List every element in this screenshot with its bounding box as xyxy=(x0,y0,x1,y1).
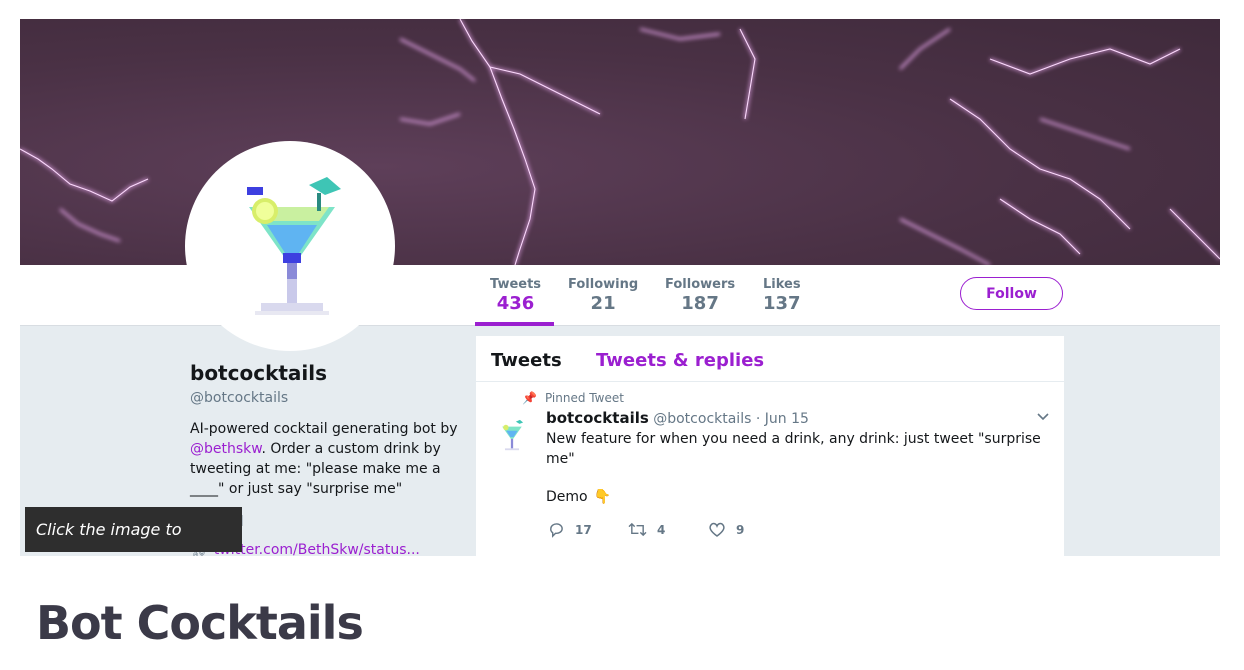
like-button[interactable]: 9 xyxy=(708,521,744,542)
tweet-avatar-cocktail-icon[interactable] xyxy=(498,418,526,452)
follow-button[interactable]: Follow xyxy=(960,277,1063,310)
website-link[interactable]: twitter.com/BethSkw/status... xyxy=(214,542,420,556)
pinned-indicator: 📌 Pinned Tweet xyxy=(522,391,624,405)
retweet-icon xyxy=(628,522,647,537)
tweet-text: New feature for when you need a drink, a… xyxy=(546,431,1041,467)
stat-label: Tweets xyxy=(490,277,542,292)
stat-followers[interactable]: Followers 187 xyxy=(665,277,735,314)
tweet-demo-line: Demo 👇 xyxy=(546,489,611,505)
stat-label: Following xyxy=(568,277,639,292)
tab-tweets[interactable]: Tweets xyxy=(491,350,562,371)
avatar[interactable] xyxy=(185,141,395,351)
tweet-header: botcocktails @botcocktails · Jun 15 xyxy=(546,409,809,427)
reply-count: 17 xyxy=(575,523,592,537)
chevron-down-icon[interactable] xyxy=(1036,412,1050,422)
like-count: 9 xyxy=(736,523,745,537)
timeline-tabs: Tweets Tweets & replies xyxy=(476,336,1064,382)
page-title: Bot Cocktails xyxy=(36,596,364,650)
stat-following[interactable]: Following 21 xyxy=(568,277,638,314)
profile-bio: AI-powered cocktail generating bot by @b… xyxy=(190,419,460,499)
retweet-button[interactable]: 4 xyxy=(628,521,665,542)
pinned-label: Pinned Tweet xyxy=(544,391,624,405)
tweet-timeline: Tweets Tweets & replies 📌 Pinned Tweet bo… xyxy=(476,336,1064,556)
tweet-author-handle[interactable]: @botcocktails xyxy=(653,411,751,427)
stat-label: Followers xyxy=(665,277,736,292)
tweet-date[interactable]: Jun 15 xyxy=(765,411,809,427)
stat-value: 187 xyxy=(681,293,719,314)
stat-label: Likes xyxy=(763,277,801,292)
bio-text: AI-powered cocktail generating bot by xyxy=(190,421,458,437)
profile-screenshot[interactable]: Tweets 436 Following 21 Followers 187 Li… xyxy=(20,19,1220,556)
reply-icon xyxy=(550,523,563,538)
stat-tweets[interactable]: Tweets 436 xyxy=(490,277,541,314)
reply-button[interactable]: 17 xyxy=(548,521,592,542)
pointing-hand-emoji: 👇 xyxy=(593,489,612,505)
tweet-separator: · xyxy=(755,411,761,427)
stat-value: 21 xyxy=(590,293,616,314)
pin-icon: 📌 xyxy=(522,391,537,405)
stat-value: 436 xyxy=(496,293,535,314)
tweet-author-name[interactable]: botcocktails xyxy=(546,409,649,427)
stat-likes[interactable]: Likes 137 xyxy=(763,277,801,314)
stat-value: 137 xyxy=(763,293,801,314)
expand-tooltip: Click the image to expand xyxy=(25,507,242,552)
heart-icon xyxy=(709,522,725,537)
retweet-count: 4 xyxy=(657,523,666,537)
active-stat-underline xyxy=(475,322,554,326)
tab-tweets-replies[interactable]: Tweets & replies xyxy=(596,350,764,371)
demo-text: Demo xyxy=(546,489,588,505)
profile-display-name[interactable]: botcocktails xyxy=(190,361,327,385)
cocktail-glass-icon xyxy=(247,177,341,315)
bio-mention-link[interactable]: @bethskw xyxy=(190,441,261,457)
profile-handle: @botcocktails xyxy=(190,390,289,406)
